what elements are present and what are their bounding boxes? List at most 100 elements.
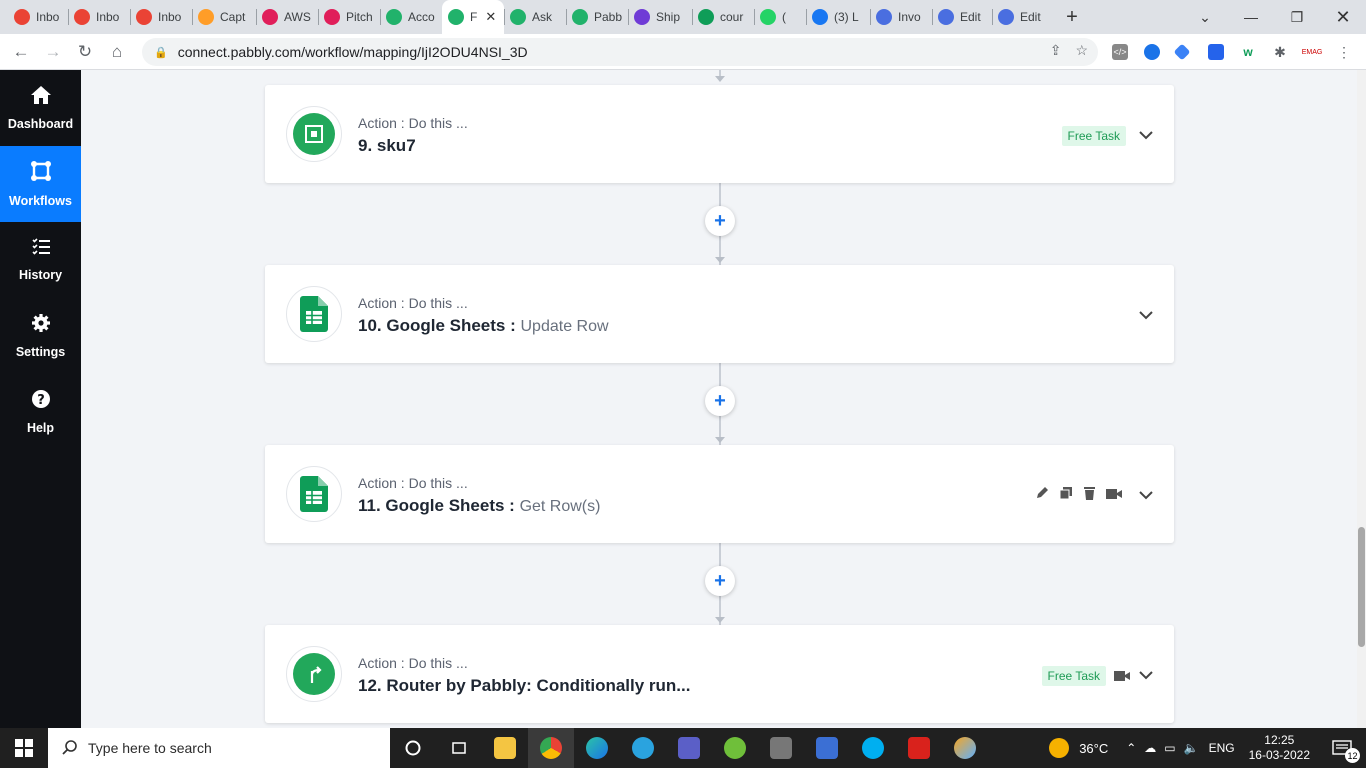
file-explorer-icon[interactable] xyxy=(482,728,528,768)
taskbar-search-box[interactable]: Type here to search xyxy=(48,728,390,768)
weather-sun-icon[interactable] xyxy=(1049,738,1070,758)
back-button[interactable]: ← xyxy=(5,36,37,68)
add-step-button[interactable]: + xyxy=(705,206,735,236)
browser-tab[interactable]: ( xyxy=(754,0,806,34)
chevron-up-icon[interactable]: ⌃ xyxy=(1126,741,1136,755)
reload-button[interactable]: ↻ xyxy=(69,36,101,68)
close-window-button[interactable]: ✕ xyxy=(1320,0,1366,34)
acrobat-icon[interactable] xyxy=(896,728,942,768)
browser-tab[interactable]: Pabb xyxy=(566,0,628,34)
tab-label: F xyxy=(470,10,478,24)
browser-tab[interactable]: Ship xyxy=(628,0,692,34)
new-tab-button[interactable]: + xyxy=(1058,0,1086,34)
step-card-9[interactable]: Action : Do this ... 9. sku7 Free Task xyxy=(265,85,1174,183)
extension-tag-icon[interactable] xyxy=(1144,44,1160,60)
bookmark-star-icon[interactable]: ☆ xyxy=(1075,42,1088,59)
video-camera-icon[interactable] xyxy=(1106,487,1122,505)
browser-tab[interactable]: Ask xyxy=(504,0,566,34)
copy-icon[interactable] xyxy=(1059,486,1073,505)
telegram-icon[interactable] xyxy=(620,728,666,768)
tab-close-icon[interactable]: ✕ xyxy=(485,9,496,25)
skype-icon[interactable] xyxy=(850,728,896,768)
cortana-icon[interactable] xyxy=(390,728,436,768)
chevron-down-icon[interactable] xyxy=(1136,665,1156,685)
sidebar: Dashboard Workflows History Settings? Help xyxy=(0,70,81,728)
browser-tab-strip: Inbo Inbo Inbo Capt AWS Pitch Acco F ✕ Ask Pabb Shi… xyxy=(0,0,1366,34)
extension-w-icon[interactable]: w xyxy=(1240,44,1256,60)
address-bar[interactable]: 🔒 connect.pabbly.com/workflow/mapping/Ij… xyxy=(142,38,1098,66)
browser-tab[interactable]: Inbo xyxy=(8,0,68,34)
browser-tab[interactable]: Invo xyxy=(870,0,932,34)
language-indicator[interactable]: ENG xyxy=(1209,741,1235,755)
chevron-down-icon[interactable] xyxy=(1136,305,1156,325)
browser-tab[interactable]: Inbo xyxy=(68,0,130,34)
add-step-button[interactable]: + xyxy=(705,566,735,596)
weather-temp[interactable]: 36°C xyxy=(1079,741,1108,756)
step-card-11[interactable]: Action : Do this ... 11. Google Sheets :… xyxy=(265,445,1174,543)
connector-arrow xyxy=(715,76,725,82)
step-card-12[interactable]: Action : Do this ... 12. Router by Pabbl… xyxy=(265,625,1174,723)
add-step-button[interactable]: + xyxy=(705,386,735,416)
workflow-canvas: + + + Action : Do this ... 9. sku7 Free … xyxy=(81,70,1357,728)
tab-label: cour xyxy=(720,10,744,24)
browser-tab[interactable]: cour xyxy=(692,0,754,34)
browser-tab[interactable]: AWS xyxy=(256,0,318,34)
volume-icon[interactable]: 🔈 xyxy=(1184,741,1199,755)
step-card-10[interactable]: Action : Do this ... 10. Google Sheets :… xyxy=(265,265,1174,363)
pabbly-icon xyxy=(510,9,526,25)
hashtag-icon xyxy=(324,9,340,25)
browser-tab[interactable]: Edit xyxy=(932,0,992,34)
tab-label: Acco xyxy=(408,10,435,24)
list-icon xyxy=(31,238,51,262)
extension-code-icon[interactable]: </> xyxy=(1112,44,1128,60)
pen-app-icon[interactable] xyxy=(712,728,758,768)
network-icon[interactable]: ▭ xyxy=(1164,741,1175,755)
sidebar-item-dashboard[interactable]: Dashboard xyxy=(0,70,81,146)
extensions-puzzle-icon[interactable]: ✱ xyxy=(1272,44,1288,60)
task-view-icon[interactable] xyxy=(436,728,482,768)
free-task-badge: Free Task xyxy=(1041,666,1106,686)
chevron-down-icon[interactable] xyxy=(1136,485,1156,505)
browser-tab[interactable]: F ✕ xyxy=(442,0,504,34)
chevron-down-icon[interactable] xyxy=(1136,125,1156,145)
minimize-button[interactable]: — xyxy=(1228,0,1274,34)
restore-button[interactable]: ❐ xyxy=(1274,0,1320,34)
browser-tab[interactable]: Acco xyxy=(380,0,442,34)
browser-tab[interactable]: Edit xyxy=(992,0,1052,34)
edit-pencil-icon[interactable] xyxy=(1035,486,1049,505)
notification-icon[interactable]: 12 xyxy=(1330,733,1360,763)
sidebar-item-settings[interactable]: Settings xyxy=(0,298,81,374)
pabbly-icon xyxy=(386,9,402,25)
app-icon-container xyxy=(286,466,342,522)
teams-icon[interactable] xyxy=(666,728,712,768)
paint-icon[interactable] xyxy=(942,728,988,768)
clock[interactable]: 12:25 16-03-2022 xyxy=(1249,733,1310,763)
browser-menu-icon[interactable]: ⋮ xyxy=(1336,44,1352,60)
network-app-icon[interactable] xyxy=(804,728,850,768)
step-subtitle: Action : Do this ... xyxy=(358,655,468,671)
edge-icon[interactable] xyxy=(574,728,620,768)
windows-start-icon[interactable] xyxy=(0,728,48,768)
trash-icon[interactable] xyxy=(1083,486,1096,505)
tab-search-icon[interactable]: ⌄ xyxy=(1182,0,1228,34)
sidebar-item-history[interactable]: History xyxy=(0,222,81,298)
browser-tab[interactable]: (3) L xyxy=(806,0,870,34)
chrome-icon[interactable] xyxy=(528,728,574,768)
home-button[interactable]: ⌂ xyxy=(101,36,133,68)
tab-label: Ship xyxy=(656,10,681,24)
forward-button[interactable]: → xyxy=(37,36,69,68)
scrollbar-thumb[interactable] xyxy=(1358,527,1365,647)
browser-tab[interactable]: Capt xyxy=(192,0,256,34)
step-title: 9. sku7 xyxy=(358,136,416,155)
share-icon[interactable]: ⇪ xyxy=(1050,42,1062,59)
browser-tab[interactable]: Pitch xyxy=(318,0,380,34)
browser-tab[interactable]: Inbo xyxy=(130,0,192,34)
sidebar-item-help[interactable]: ? Help xyxy=(0,374,81,450)
extension-box-icon[interactable] xyxy=(1208,44,1224,60)
formatter-icon xyxy=(293,113,335,155)
sidebar-item-workflows[interactable]: Workflows xyxy=(0,146,81,222)
calculator-icon[interactable] xyxy=(758,728,804,768)
video-camera-icon[interactable] xyxy=(1114,669,1130,687)
extension-emag-icon[interactable]: EMAG xyxy=(1302,44,1322,60)
cloud-icon[interactable]: ☁ xyxy=(1144,741,1156,755)
